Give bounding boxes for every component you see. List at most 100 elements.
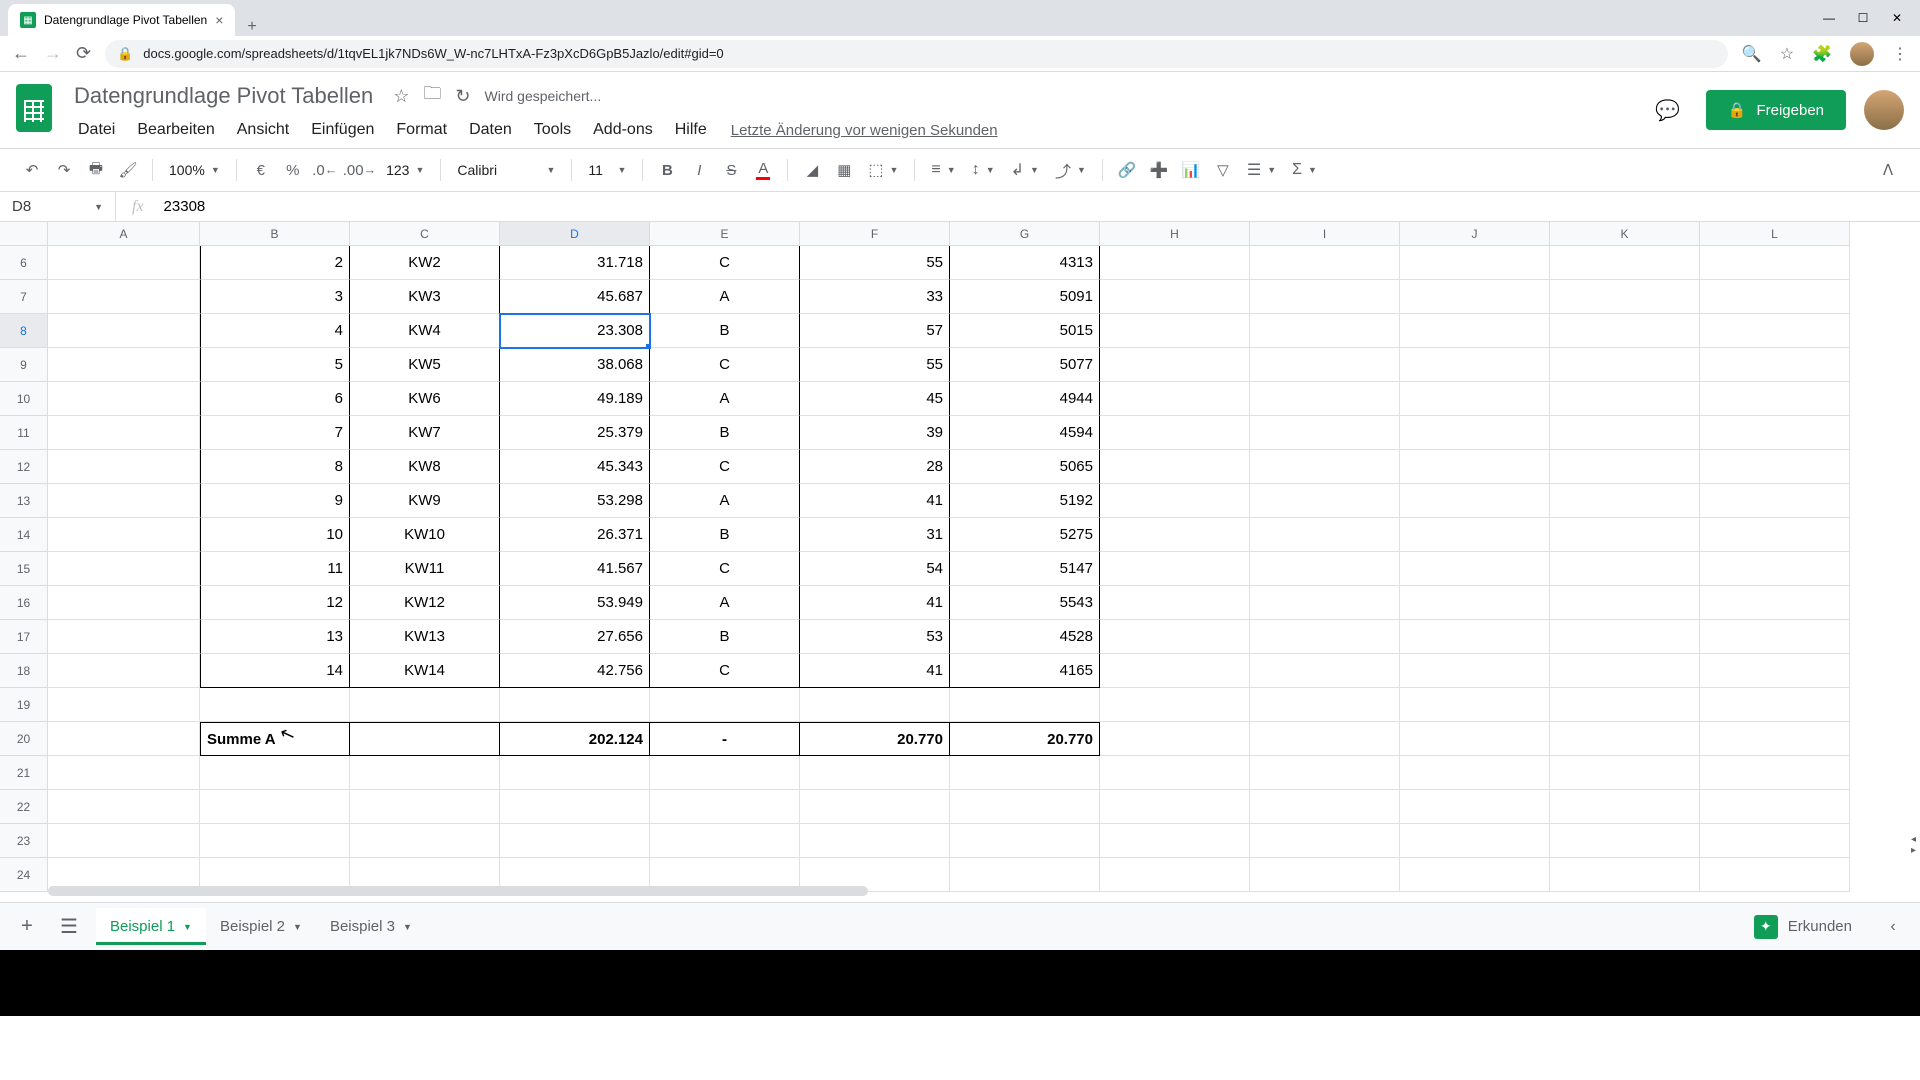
cell-I13[interactable]	[1250, 484, 1400, 518]
cell-A8[interactable]	[48, 314, 200, 348]
cell-L21[interactable]	[1700, 756, 1850, 790]
cell-L11[interactable]	[1700, 416, 1850, 450]
cell-D21[interactable]	[500, 756, 650, 790]
cell-L19[interactable]	[1700, 688, 1850, 722]
currency-format-icon[interactable]: €	[247, 156, 275, 184]
menu-insert[interactable]: Einfügen	[301, 117, 384, 143]
cell-L20[interactable]	[1700, 722, 1850, 756]
cell-B16[interactable]: 12	[200, 586, 350, 620]
cell-F10[interactable]: 45	[800, 382, 950, 416]
h-align-icon[interactable]: ≡▼	[925, 161, 961, 179]
cell-C15[interactable]: KW11	[350, 552, 500, 586]
extensions-icon[interactable]: 🧩	[1812, 44, 1832, 64]
profile-avatar[interactable]	[1864, 90, 1904, 130]
row-header-11[interactable]: 11	[0, 416, 48, 450]
cell-B9[interactable]: 5	[200, 348, 350, 382]
cell-J16[interactable]	[1400, 586, 1550, 620]
cell-I6[interactable]	[1250, 246, 1400, 280]
cell-G23[interactable]	[950, 824, 1100, 858]
row-header-12[interactable]: 12	[0, 450, 48, 484]
cell-G21[interactable]	[950, 756, 1100, 790]
close-window-icon[interactable]: ✕	[1890, 11, 1904, 25]
cell-B20[interactable]: Summe A	[200, 722, 350, 756]
cell-K7[interactable]	[1550, 280, 1700, 314]
cell-G8[interactable]: 5015	[950, 314, 1100, 348]
cell-G11[interactable]: 4594	[950, 416, 1100, 450]
cell-A22[interactable]	[48, 790, 200, 824]
cell-D15[interactable]: 41.567	[500, 552, 650, 586]
cell-L9[interactable]	[1700, 348, 1850, 382]
comment-icon[interactable]: ➕	[1145, 156, 1173, 184]
cell-C7[interactable]: KW3	[350, 280, 500, 314]
menu-view[interactable]: Ansicht	[227, 117, 299, 143]
row-header-14[interactable]: 14	[0, 518, 48, 552]
cell-K23[interactable]	[1550, 824, 1700, 858]
italic-icon[interactable]: I	[685, 156, 713, 184]
cell-K15[interactable]	[1550, 552, 1700, 586]
sheet-tab[interactable]: Beispiel 2▼	[206, 908, 316, 945]
cell-K8[interactable]	[1550, 314, 1700, 348]
v-align-icon[interactable]: ↕▼	[966, 161, 1001, 179]
cell-B14[interactable]: 10	[200, 518, 350, 552]
cell-E14[interactable]: B	[650, 518, 800, 552]
zoom-select[interactable]: 100%▼	[163, 162, 226, 178]
cell-F11[interactable]: 39	[800, 416, 950, 450]
cell-K17[interactable]	[1550, 620, 1700, 654]
cell-K13[interactable]	[1550, 484, 1700, 518]
cell-L12[interactable]	[1700, 450, 1850, 484]
cell-G15[interactable]: 5147	[950, 552, 1100, 586]
cell-G16[interactable]: 5543	[950, 586, 1100, 620]
cell-F22[interactable]	[800, 790, 950, 824]
cell-D13[interactable]: 53.298	[500, 484, 650, 518]
cell-G13[interactable]: 5192	[950, 484, 1100, 518]
cell-J13[interactable]	[1400, 484, 1550, 518]
cell-L24[interactable]	[1700, 858, 1850, 892]
cell-B19[interactable]	[200, 688, 350, 722]
column-header-K[interactable]: K	[1550, 222, 1700, 245]
cell-F15[interactable]: 54	[800, 552, 950, 586]
cell-E16[interactable]: A	[650, 586, 800, 620]
cell-A11[interactable]	[48, 416, 200, 450]
cell-J14[interactable]	[1400, 518, 1550, 552]
cell-C20[interactable]	[350, 722, 500, 756]
last-edit-link[interactable]: Letzte Änderung vor wenigen Sekunden	[731, 122, 998, 139]
column-header-G[interactable]: G	[950, 222, 1100, 245]
cell-B12[interactable]: 8	[200, 450, 350, 484]
menu-data[interactable]: Daten	[459, 117, 522, 143]
chevron-down-icon[interactable]: ▼	[94, 202, 103, 212]
cell-L6[interactable]	[1700, 246, 1850, 280]
cell-E15[interactable]: C	[650, 552, 800, 586]
column-header-F[interactable]: F	[800, 222, 950, 245]
functions-icon[interactable]: Σ▼	[1286, 161, 1323, 179]
cell-K24[interactable]	[1550, 858, 1700, 892]
cell-H18[interactable]	[1100, 654, 1250, 688]
column-header-E[interactable]: E	[650, 222, 800, 245]
cell-A13[interactable]	[48, 484, 200, 518]
sheet-tab[interactable]: Beispiel 1▼	[96, 908, 206, 945]
column-header-J[interactable]: J	[1400, 222, 1550, 245]
cell-K6[interactable]	[1550, 246, 1700, 280]
fill-color-icon[interactable]: ◢	[798, 156, 826, 184]
cell-L17[interactable]	[1700, 620, 1850, 654]
cell-L7[interactable]	[1700, 280, 1850, 314]
print-icon[interactable]: 🖶	[82, 156, 110, 184]
row-header-24[interactable]: 24	[0, 858, 48, 892]
chart-icon[interactable]: 📊	[1177, 156, 1205, 184]
cell-J7[interactable]	[1400, 280, 1550, 314]
cell-F9[interactable]: 55	[800, 348, 950, 382]
cell-B18[interactable]: 14	[200, 654, 350, 688]
row-header-13[interactable]: 13	[0, 484, 48, 518]
cell-L10[interactable]	[1700, 382, 1850, 416]
cell-C9[interactable]: KW5	[350, 348, 500, 382]
cell-A12[interactable]	[48, 450, 200, 484]
column-header-I[interactable]: I	[1250, 222, 1400, 245]
cell-C8[interactable]: KW4	[350, 314, 500, 348]
cell-D23[interactable]	[500, 824, 650, 858]
cell-H8[interactable]	[1100, 314, 1250, 348]
browser-menu-icon[interactable]: ⋮	[1892, 44, 1908, 64]
cell-D10[interactable]: 49.189	[500, 382, 650, 416]
fontsize-select[interactable]: 11▼	[582, 162, 632, 178]
reload-icon[interactable]: ⟳	[76, 43, 91, 64]
menu-edit[interactable]: Bearbeiten	[127, 117, 224, 143]
cell-G19[interactable]	[950, 688, 1100, 722]
